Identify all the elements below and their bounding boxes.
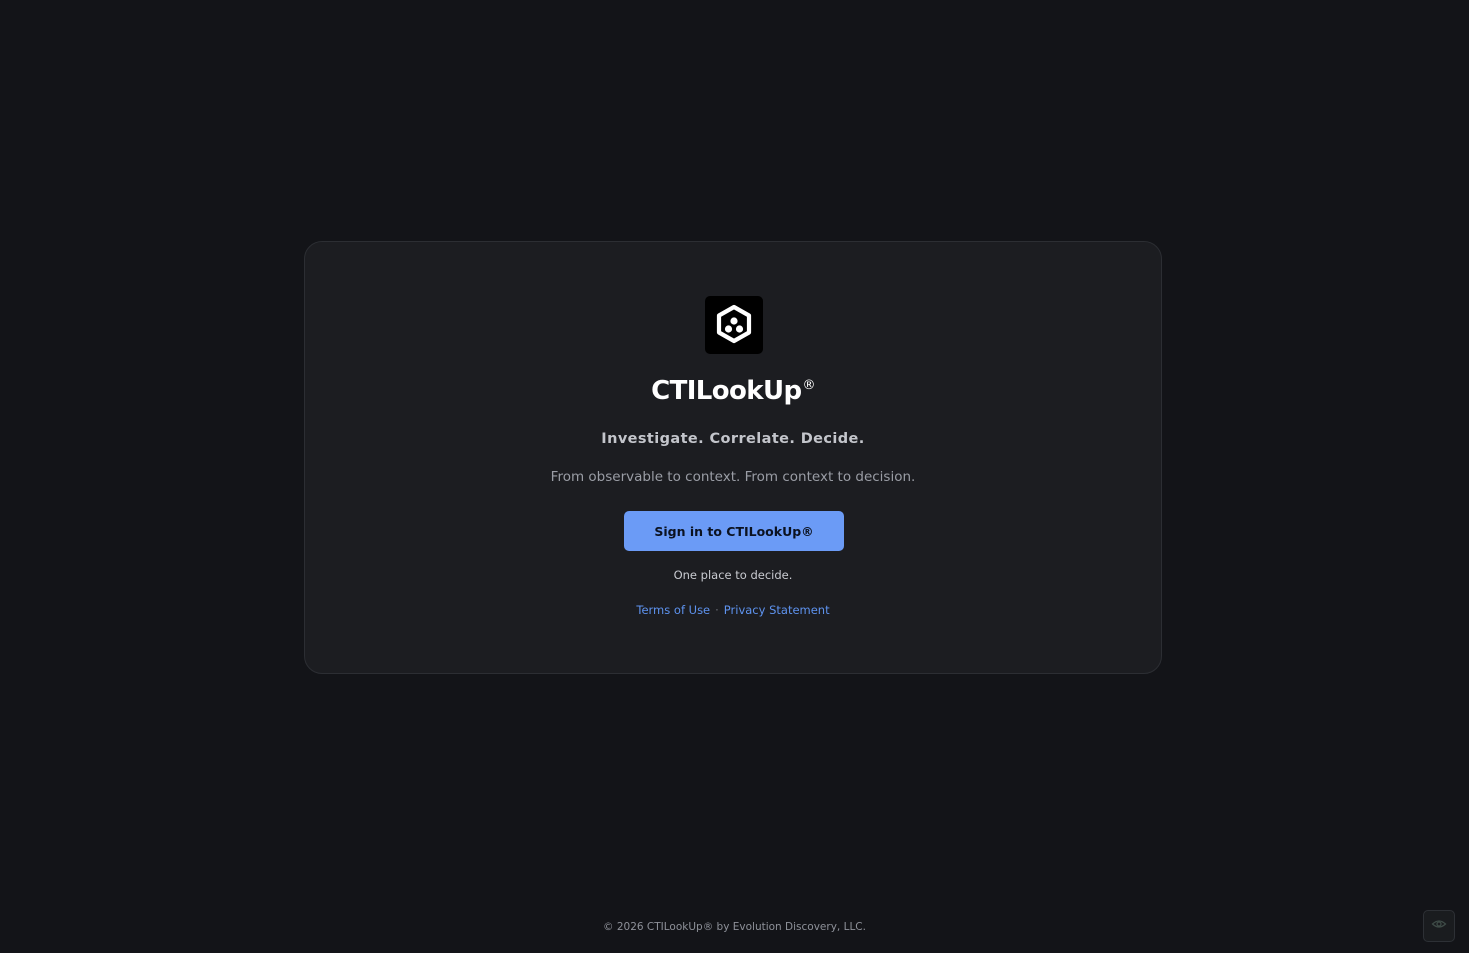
- login-card: CTILookUp® Investigate. Correlate. Decid…: [304, 241, 1162, 674]
- sign-in-label: Sign in to CTILookUp®: [654, 523, 814, 539]
- visibility-toggle-button[interactable]: [1423, 910, 1455, 942]
- tagline: Investigate. Correlate. Decide.: [601, 431, 865, 447]
- privacy-statement-link[interactable]: Privacy Statement: [724, 603, 830, 617]
- app-title: CTILookUp®: [305, 376, 1161, 406]
- app-name: CTILookUp: [651, 376, 802, 406]
- footer-copyright: © 2026 CTILookUp® by Evolution Discovery…: [603, 921, 866, 933]
- terms-of-use-link[interactable]: Terms of Use: [636, 603, 710, 617]
- note-text: One place to decide.: [673, 568, 793, 582]
- link-separator: ·: [715, 603, 719, 617]
- sign-in-button[interactable]: Sign in to CTILookUp®: [624, 511, 844, 551]
- eye-icon: [1431, 916, 1447, 936]
- registered-mark: ®: [802, 378, 816, 393]
- legal-links: Terms of Use · Privacy Statement: [305, 603, 1161, 617]
- ctilookup-logo-icon: [705, 296, 763, 354]
- subtitle: From observable to context. From context…: [550, 469, 916, 485]
